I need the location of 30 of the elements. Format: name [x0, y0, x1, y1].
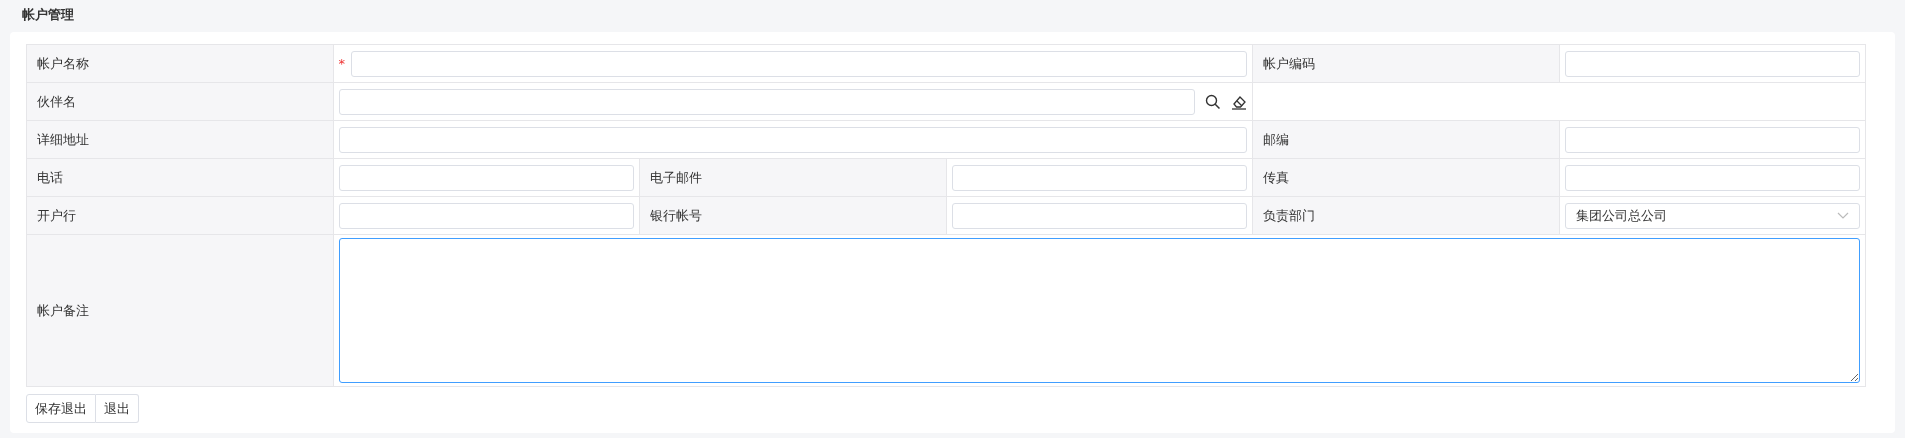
input-field[interactable] [1564, 164, 1860, 191]
field-label: 银行帐号 [640, 197, 947, 235]
search-icon[interactable] [1205, 93, 1221, 110]
chevron-down-icon [1837, 211, 1849, 220]
action-button[interactable]: 保存退出 [26, 394, 96, 423]
input-field[interactable] [338, 126, 1247, 153]
input-field[interactable] [338, 202, 634, 229]
field-label: 负责部门 [1253, 197, 1560, 235]
field-label: 邮编 [1253, 121, 1560, 159]
field-label: 电话 [27, 159, 334, 197]
field-label: 帐户名称 [27, 45, 334, 83]
field-label: 开户行 [27, 197, 334, 235]
input-field[interactable] [951, 202, 1247, 229]
input-field[interactable] [1564, 50, 1860, 77]
input-field[interactable] [351, 50, 1247, 77]
input-field[interactable] [951, 164, 1247, 191]
field-label: 伙伴名 [27, 83, 334, 121]
remarks-textarea[interactable] [338, 238, 1860, 383]
page-title: 帐户管理 [21, 6, 75, 24]
action-button[interactable]: 退出 [96, 394, 139, 423]
input-field[interactable] [1564, 126, 1860, 153]
field-label: 传真 [1253, 159, 1560, 197]
field-label: 帐户编码 [1253, 45, 1560, 83]
input-field[interactable] [338, 88, 1195, 115]
field-label: 电子邮件 [640, 159, 947, 197]
department-select[interactable]: 集团公司总公司 [1564, 202, 1860, 229]
input-field[interactable] [338, 164, 634, 191]
field-label: 帐户备注 [27, 235, 334, 387]
field-label: 详细地址 [27, 121, 334, 159]
required-mark: * [338, 56, 345, 71]
